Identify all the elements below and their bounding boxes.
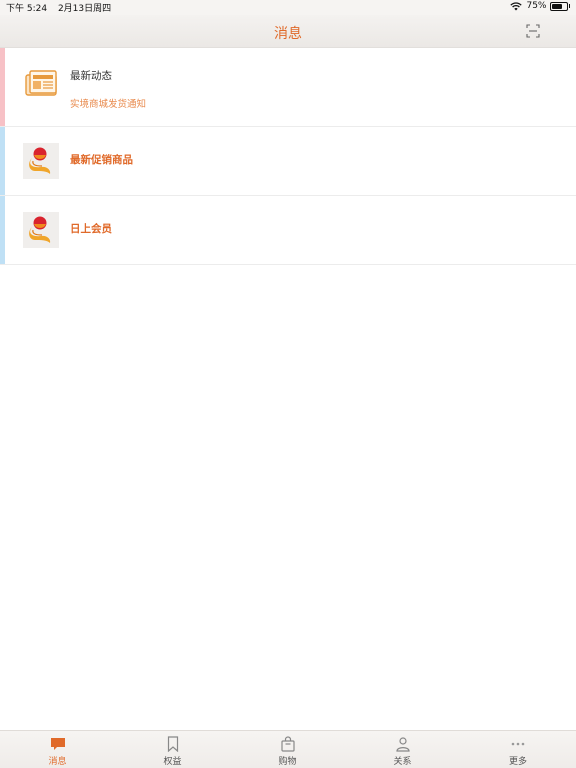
battery-percent: 75% — [526, 1, 547, 11]
message-list: 最新动态 实境商城发货通知 最新促销商品 日上会员 — [0, 48, 576, 265]
tab-label: 权益 — [163, 757, 182, 767]
nav-bar: 消息 — [0, 15, 576, 48]
page-title: 消息 — [274, 26, 302, 42]
news-icon — [25, 70, 57, 96]
battery-icon — [549, 1, 568, 11]
contacts-icon — [395, 737, 410, 752]
tab-contacts[interactable]: 关系 — [345, 731, 460, 768]
wifi-icon — [510, 1, 523, 10]
brand-logo-icon — [23, 143, 59, 179]
message-title: 最新促销商品 — [70, 154, 133, 166]
message-title: 日上会员 — [70, 223, 112, 235]
row-accent — [0, 196, 5, 264]
status-date: 2月13日周四 — [57, 4, 112, 14]
bookmark-icon — [167, 736, 178, 752]
status-time: 下午 5:24 — [6, 4, 48, 14]
message-title: 最新动态 — [70, 70, 112, 82]
brand-logo-icon — [23, 212, 59, 248]
tab-more[interactable]: 更多 — [460, 731, 576, 768]
tab-label: 关系 — [393, 757, 412, 767]
message-subtitle: 实境商城发货通知 — [70, 99, 147, 110]
status-bar: 下午 5:24 2月13日周四 75% — [0, 0, 576, 15]
message-item-promotions[interactable]: 最新促销商品 — [0, 127, 576, 196]
row-accent — [0, 48, 5, 126]
message-item-news[interactable]: 最新动态 实境商城发货通知 — [0, 48, 576, 127]
shopping-bag-icon — [280, 736, 295, 752]
message-item-membership[interactable]: 日上会员 — [0, 196, 576, 265]
tab-messages[interactable]: 消息 — [0, 731, 115, 768]
battery-tip — [568, 4, 570, 8]
tab-shopping[interactable]: 购物 — [230, 731, 345, 768]
more-icon — [511, 742, 525, 746]
row-accent — [0, 127, 5, 195]
message-icon — [50, 738, 65, 750]
scan-icon[interactable] — [526, 24, 540, 38]
tab-label: 更多 — [508, 757, 527, 767]
battery-level — [551, 3, 562, 9]
tab-bar: 消息 权益 购物 关系 更多 — [0, 730, 576, 768]
tab-benefits[interactable]: 权益 — [115, 731, 230, 768]
tab-label: 消息 — [48, 757, 67, 767]
tab-label: 购物 — [278, 757, 297, 767]
